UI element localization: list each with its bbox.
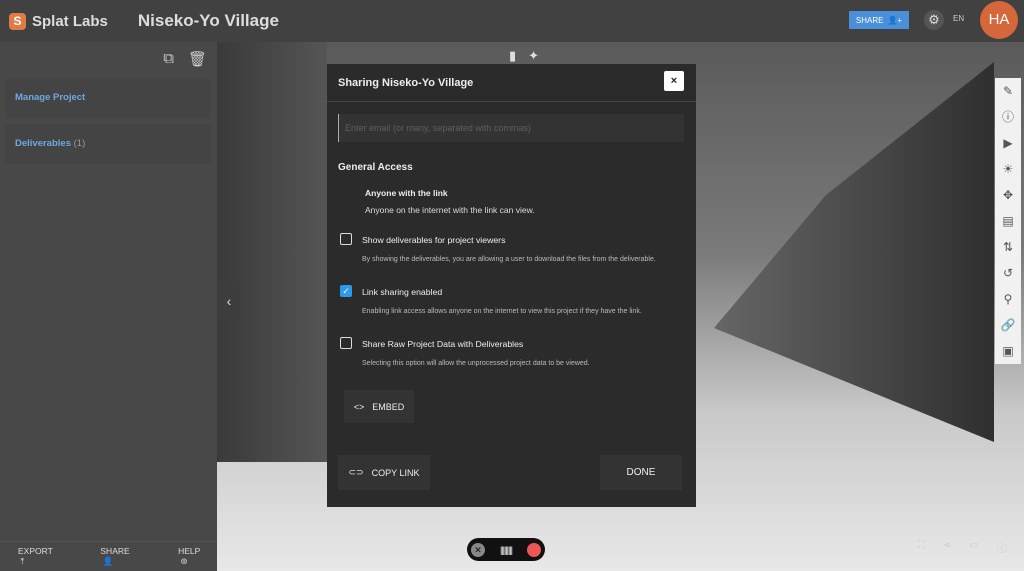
fullscreen-icon[interactable]: ⛶ [918,540,925,555]
done-button[interactable]: DONE [600,455,682,490]
sidebar-item-label: Deliverables [15,138,71,149]
embed-button[interactable]: <> EMBED [344,390,414,423]
share-button[interactable]: SHARE 👤+ [849,11,909,29]
project-title: Niseko-Yo Village [137,11,279,30]
sidebar-item-label: Manage Project [15,92,86,103]
help-label: HELP [178,546,201,556]
top-bar: S Splat Labs Niseko-Yo Village SHARE 👤+ ⚙… [0,0,1024,42]
vr-icon[interactable]: ▭ [969,540,978,555]
link-icon[interactable]: 🔗 [995,312,1021,338]
export-button[interactable]: EXPORT ⤒ [9,546,65,567]
show-deliverables-checkbox[interactable] [340,233,352,245]
move-icon[interactable]: ✥ [995,182,1021,208]
share-raw-data-checkbox[interactable] [340,337,352,349]
close-button[interactable]: × [664,71,684,91]
checkbox-label: Link sharing enabled [362,287,443,297]
collapse-sidebar-button[interactable]: ‹ [218,282,240,320]
scene-building-right [714,62,994,442]
sidebar-item-manage-project[interactable]: Manage Project [5,78,211,118]
add-user-icon: 👤+ [887,15,903,25]
code-icon: <> [353,401,365,412]
close-icon[interactable]: ✕ [471,542,485,557]
checkbox-label: Share Raw Project Data with Deliverables [362,339,524,349]
share-label: SHARE [100,546,130,556]
copy-link-button[interactable]: ⊂⊃ COPY LINK [338,455,430,490]
copy-icon[interactable]: ⧉ [163,50,174,68]
checkbox-desc: Enabling link access allows anyone on th… [362,308,642,315]
pencil-icon[interactable]: ✎ [995,78,1021,104]
audio-level-icon: ||||||||| [499,544,513,555]
settings-icon[interactable]: ⚙ [924,10,944,30]
email-input[interactable] [338,114,684,142]
sidebar-item-deliverables[interactable]: Deliverables (1) [5,124,211,164]
link-icon: ⊂⊃ [348,467,364,477]
add-user-icon: 👤 [100,556,114,566]
recording-control: ✕ ||||||||| [467,538,545,561]
scene-building-left [217,42,327,462]
logo[interactable]: S Splat Labs [9,12,108,30]
location-icon[interactable]: ⚲ [995,286,1021,312]
avatar[interactable]: HA [980,1,1018,39]
upload-icon: ⤒ [18,556,25,566]
language-selector[interactable]: EN [953,14,964,23]
info-icon[interactable]: ⓘ [995,104,1021,130]
share-dialog: Sharing Niseko-Yo Village × General Acce… [327,64,696,507]
checkbox-desc: By showing the deliverables, you are all… [362,256,656,263]
access-level-desc: Anyone on the internet with the link can… [365,205,535,215]
footer-share-button[interactable]: SHARE 👤 [91,546,149,567]
link-sharing-checkbox[interactable]: ✓ [340,285,352,297]
dialog-title: Sharing Niseko-Yo Village [327,64,696,102]
camera-icon[interactable]: ▶ [995,130,1021,156]
swap-icon[interactable]: ⇅ [995,234,1021,260]
copy-link-label: COPY LINK [371,467,420,478]
embed-label: EMBED [372,401,405,412]
trash-icon[interactable]: 🗑 [188,50,207,68]
access-level-title[interactable]: Anyone with the link [365,188,448,198]
right-toolbar: ✎ ⓘ ▶ ☀ ✥ ▤ ⇅ ↺ ⚲ 🔗 ▣ [995,78,1021,364]
general-access-heading: General Access [338,162,413,173]
help-button[interactable]: HELP ⊛ [169,546,217,567]
export-label: EXPORT [18,546,53,556]
save-icon[interactable]: ▣ [995,338,1021,364]
deliverables-count: (1) [73,138,86,149]
checkbox-label: Show deliverables for project viewers [362,235,506,245]
sidebar: ⧉ 🗑 Manage Project Deliverables (1) EXPOR… [0,42,217,571]
checkbox-desc: Selecting this option will allow the unp… [362,360,590,367]
history-icon[interactable]: ↺ [995,260,1021,286]
stop-recording-icon[interactable] [526,542,541,557]
logo-mark: S [9,12,26,30]
map-icon[interactable]: ▤ [995,208,1021,234]
lifebuoy-icon: ⊛ [178,556,188,566]
share-label: SHARE [855,15,884,25]
share-icon[interactable]: ⋖ [943,540,951,555]
sun-icon[interactable]: ☀ [995,156,1021,182]
brand-name: Splat Labs [32,12,108,30]
info-icon[interactable]: ⓘ [997,540,1007,555]
